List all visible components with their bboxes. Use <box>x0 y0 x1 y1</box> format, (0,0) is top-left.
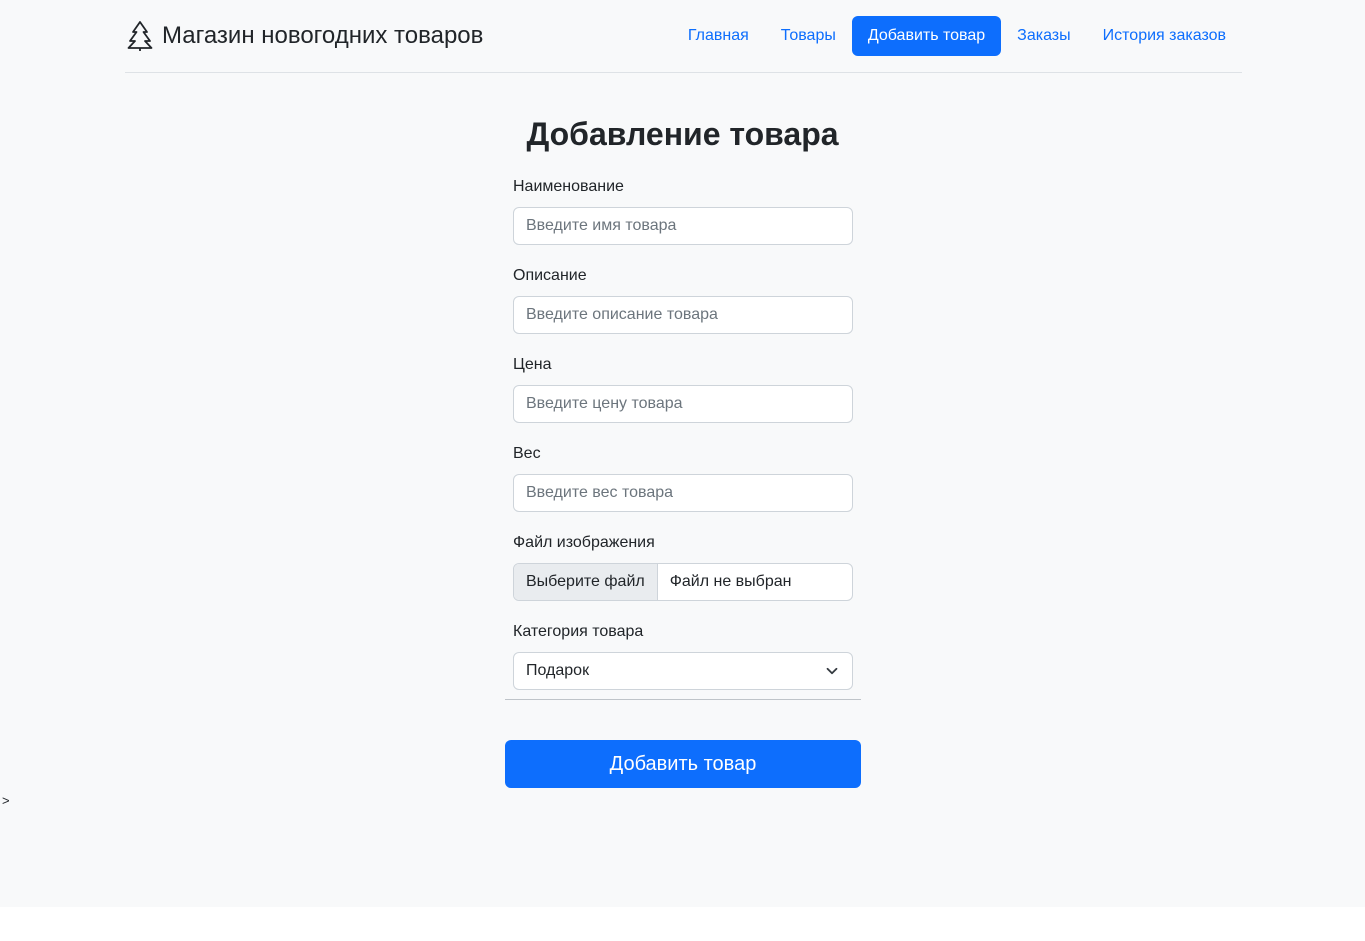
name-label: Наименование <box>513 178 624 195</box>
brand-link[interactable]: Магазин новогодних товаров <box>127 20 483 52</box>
name-input[interactable] <box>513 207 853 245</box>
choose-file-button[interactable]: Выберите файл <box>514 564 658 600</box>
weight-label: Вес <box>513 445 541 462</box>
image-label: Файл изображения <box>513 534 655 551</box>
description-label: Описание <box>513 267 587 284</box>
add-product-button[interactable]: Добавить товар <box>505 740 861 788</box>
weight-field-group: Вес <box>513 443 853 512</box>
description-input[interactable] <box>513 296 853 334</box>
category-selected-value: Подарок <box>526 662 590 679</box>
nav-products[interactable]: Товары <box>765 16 852 56</box>
nav-home[interactable]: Главная <box>672 16 765 56</box>
page-title: Добавление товара <box>526 116 839 152</box>
image-field-group: Файл изображения Выберите файл Файл не в… <box>513 532 853 601</box>
category-select[interactable]: Подарок <box>513 652 853 690</box>
add-product-form: Наименование Описание Цена Вес Файл изоб… <box>513 176 853 710</box>
chevron-down-icon <box>826 667 838 675</box>
price-label: Цена <box>513 356 552 373</box>
nav-order-history[interactable]: История заказов <box>1087 16 1242 56</box>
weight-input[interactable] <box>513 474 853 512</box>
brand-name: Магазин новогодних товаров <box>162 22 484 49</box>
name-field-group: Наименование <box>513 176 853 245</box>
stray-text: > <box>2 793 10 808</box>
page: Магазин новогодних товаров Главная Товар… <box>0 0 1365 907</box>
nav-add-product[interactable]: Добавить товар <box>851 16 1002 56</box>
form-divider <box>505 699 861 700</box>
description-field-group: Описание <box>513 265 853 334</box>
category-label: Категория товара <box>513 623 644 640</box>
file-status-text: Файл не выбран <box>669 573 792 590</box>
nav-orders[interactable]: Заказы <box>1001 16 1086 56</box>
category-field-group: Категория товара Подарок <box>513 621 853 690</box>
tree-icon <box>127 20 153 52</box>
main-nav: Главная Товары Добавить товар Заказы Ист… <box>672 16 1242 56</box>
site-header: Магазин новогодних товаров Главная Товар… <box>125 0 1242 73</box>
price-field-group: Цена <box>513 354 853 423</box>
image-file-input[interactable]: Выберите файл Файл не выбран <box>513 563 853 601</box>
price-input[interactable] <box>513 385 853 423</box>
